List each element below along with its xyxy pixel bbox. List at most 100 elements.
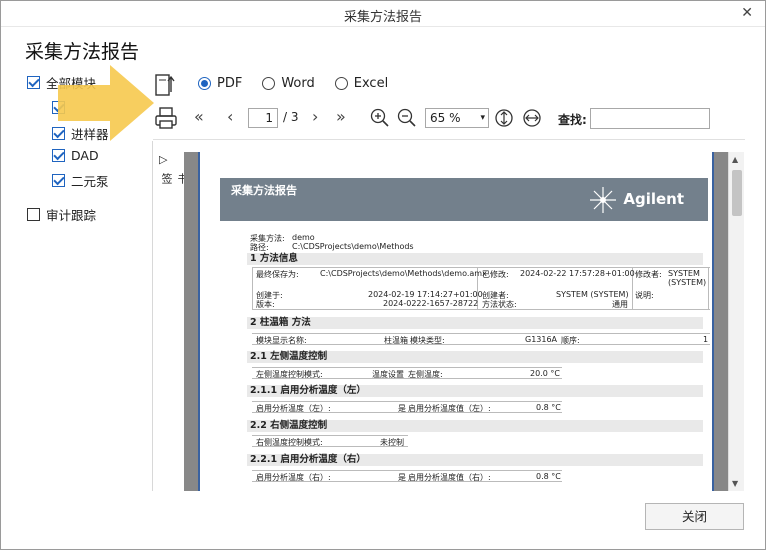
checkbox-binary-pump[interactable] [52,174,65,187]
export-format-group: PDF Word Excel [198,76,408,91]
section-right-temp: 2.2 右侧温度控制 [247,420,703,432]
scroll-thumb[interactable] [732,170,742,216]
radio-word[interactable] [262,77,276,90]
cell: 已修改: [482,270,509,279]
report-banner: 采集方法报告 Agilent [220,178,708,221]
checkbox-all-modules[interactable] [27,76,40,89]
cell: 通用 [612,300,628,309]
zoom-out-icon[interactable] [397,108,417,128]
find-input[interactable] [590,108,710,129]
report-page: 采集方法报告 Agilent 采集方法: demo 路径: C:\CDSProj… [198,152,714,491]
cell: 模块显示名称: [256,336,307,345]
radio-label: Word [281,76,315,91]
print-icon[interactable] [154,106,178,130]
radio-pdf[interactable] [198,77,211,90]
export-word-option[interactable]: Word [262,76,315,91]
title-bar: 采集方法报告 ✕ [1,1,765,27]
report-banner-title: 采集方法报告 [231,184,297,197]
section-column-oven: 2 柱温箱 方法 [247,317,703,329]
page-number-input[interactable]: 1 [248,108,278,128]
agilent-logo-text: Agilent [623,190,684,208]
cell: 柱温箱 [384,336,408,345]
cell: SYSTEM (SYSTEM) [556,290,629,299]
next-page-button[interactable]: › [312,107,318,126]
tree-item-binary-pump[interactable]: 二元泵 [52,171,109,190]
panel-divider [152,141,153,491]
cell: 0.8 °C [536,403,561,412]
zoom-in-icon[interactable] [370,108,390,128]
cell: 2024-0222-1657-28722 [383,299,479,308]
cell: 左侧温度: [408,370,443,379]
cell: 温度设置 [372,370,404,379]
fit-width-icon[interactable] [521,108,543,128]
checkbox-audit-trail[interactable] [27,208,40,221]
cell: 顺序: [561,336,580,345]
cell: 是 [398,473,406,482]
cell: 模块类型: [410,336,445,345]
chevron-down-icon: ▾ [480,113,485,123]
report-preview[interactable]: 采集方法报告 Agilent 采集方法: demo 路径: C:\CDSProj… [184,152,728,491]
cell: 方法状态: [482,300,517,309]
cell: 启用分析温度值（右）: [408,473,491,482]
close-button[interactable]: 关闭 [645,503,744,530]
cell: 未控制 [380,438,404,447]
cell: 1 [703,335,709,344]
cell: 版本: [256,300,275,309]
cell: 2024-02-22 17:57:28+01:00 [520,269,635,278]
zoom-select[interactable]: 65 % ▾ [425,108,489,128]
section-left-analysis-temp: 2.1.1 启用分析温度（左） [247,385,703,397]
cell: 右侧温度控制模式: [256,438,323,447]
toolbar-divider [153,139,745,140]
section-right-analysis-temp: 2.2.1 启用分析温度（右） [247,454,703,466]
export-icon[interactable] [154,72,178,98]
cell: 是 [398,404,406,413]
cell: SYSTEM (SYSTEM) [668,269,707,287]
checkbox-dad[interactable] [52,149,65,162]
window-title: 采集方法报告 [343,10,422,25]
find-label: 查找: [558,113,587,127]
tree-label: 审计跟踪 [46,208,97,223]
export-excel-option[interactable]: Excel [334,76,389,91]
dialog-heading: 采集方法报告 [25,41,140,63]
highlight-arrow-icon [58,65,154,141]
path-value: C:\CDSProjects\demo\Methods [292,242,414,251]
fit-height-icon[interactable] [494,107,514,129]
tree-item-audit-trail[interactable]: 审计跟踪 [27,205,96,224]
method-value: demo [292,233,315,242]
agilent-logo-icon [590,187,616,213]
radio-label: Excel [353,76,389,91]
report-dialog: 采集方法报告 ✕ 采集方法报告 全部模块 进样器 DAD 二元泵 审计跟踪 PD… [0,0,766,550]
cell: 说明: [635,291,654,300]
section-method-info: 1 方法信息 [247,253,703,265]
radio-label: PDF [217,76,243,91]
cell: 左侧温度控制模式: [256,370,323,379]
cell: G1316A [525,335,558,344]
cell: 0.8 °C [536,472,561,481]
tree-item-dad[interactable]: DAD [52,148,99,163]
export-pdf-option[interactable]: PDF [198,76,242,91]
prev-page-button[interactable]: ‹ [227,107,233,126]
cell: 2024-02-19 17:14:27+01:00 [368,290,483,299]
close-icon[interactable]: ✕ [741,5,753,21]
cell: 修改者: [635,270,662,279]
tree-label: DAD [71,148,99,163]
scroll-up-icon[interactable]: ▲ [732,155,738,164]
cell: 启用分析温度（左）: [256,404,331,413]
radio-excel[interactable] [334,77,348,90]
cell: 启用分析温度值（左）: [408,404,491,413]
cell: 启用分析温度（右）: [256,473,331,482]
scroll-down-icon[interactable]: ▼ [732,479,738,488]
cell: C:\CDSProjects\demo\Methods\demo.amx [320,269,487,278]
cell: 20.0 °C [530,369,560,378]
preview-scrollbar[interactable]: ▲ ▼ [728,152,744,491]
section-left-temp: 2.1 左侧温度控制 [247,351,703,363]
first-page-button[interactable]: « [194,107,204,126]
page-total: / 3 [283,110,299,124]
tree-label: 二元泵 [71,174,109,189]
cell: 最终保存为: [256,270,299,279]
path-label: 路径: [250,243,269,252]
zoom-value: 65 % [430,111,461,125]
last-page-button[interactable]: » [336,107,346,126]
expand-panel-icon[interactable]: ▷ [159,153,167,166]
module-table [252,333,710,345]
